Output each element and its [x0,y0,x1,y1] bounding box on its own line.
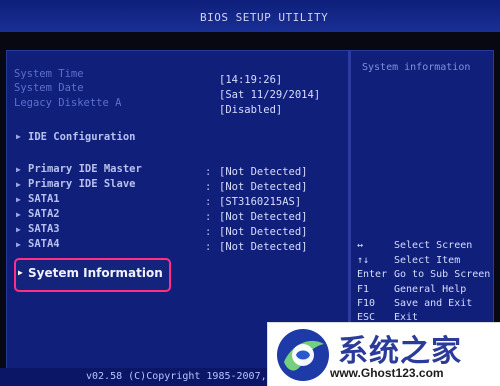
system-time-value[interactable]: [14:19:26] [219,74,282,87]
submenu-arrow-icon: ▶ [16,210,21,219]
key-f10: F10 [357,298,376,309]
key-desc-select-item: Select Item [394,255,461,266]
value-sata4: [Not Detected] [219,241,308,253]
value-sata2: [Not Detected] [219,211,308,223]
separator-colon: : [205,211,212,223]
key-desc-select-screen: Select Screen [394,240,473,251]
menu-item-sata4[interactable]: SATA4 [28,238,60,251]
key-up-down: ↑↓ [357,255,370,266]
value-sata1: [ST3160215AS] [219,196,302,208]
key-f1: F1 [357,284,370,295]
watermark-logo-icon [274,326,332,386]
separator-colon: : [205,166,212,178]
submenu-arrow-icon: ▶ [16,225,21,234]
separator-colon: : [205,181,212,193]
submenu-arrow-icon: ▶ [16,180,21,189]
menu-item-primary-ide-master[interactable]: Primary IDE Master [28,163,142,176]
watermark-title: 系统之家 [338,334,462,369]
watermark-url: www.Ghost123.com [330,366,444,380]
menu-item-ide-configuration[interactable]: IDE Configuration [28,131,135,144]
system-date-label: System Date [14,82,84,94]
bios-title: BIOS SETUP UTILITY [200,11,329,24]
help-title: System information [362,62,471,73]
separator-colon: : [205,226,212,238]
submenu-arrow-icon: ▶ [16,132,21,141]
separator-colon: : [205,196,212,208]
value-sata3: [Not Detected] [219,226,308,238]
menu-item-sata3[interactable]: SATA3 [28,223,60,236]
submenu-arrow-icon: ▶ [16,195,21,204]
key-left-right: ↔ [357,240,364,251]
menu-item-sata2[interactable]: SATA2 [28,208,60,221]
menu-item-sata1[interactable]: SATA1 [28,193,60,206]
legacy-diskette-label: Legacy Diskette A [14,97,122,109]
footer-copyright: v02.58 (C)Copyright 1985-2007, [86,371,267,382]
system-date-value[interactable]: [Sat 11/29/2014] [219,89,320,102]
separator-colon: : [205,241,212,253]
submenu-arrow-icon: ▶ [16,240,21,249]
key-desc-general-help: General Help [394,284,467,295]
submenu-arrow-icon: ▶ [16,165,21,174]
menu-item-system-information[interactable]: Syetem Information [28,266,163,280]
key-desc-sub-screen: Go to Sub Screen [394,269,491,280]
value-primary-ide-master: [Not Detected] [219,166,308,178]
bios-screen: BIOS SETUP UTILITY System Time [14:19:26… [0,0,500,386]
key-desc-save-exit: Save and Exit [394,298,473,309]
key-enter: Enter [357,269,388,280]
legacy-diskette-value[interactable]: [Disabled] [219,104,282,117]
submenu-arrow-icon: ▶ [18,268,23,277]
menu-item-primary-ide-slave[interactable]: Primary IDE Slave [28,178,135,191]
system-time-label: System Time [14,68,84,80]
value-primary-ide-slave: [Not Detected] [219,181,308,193]
